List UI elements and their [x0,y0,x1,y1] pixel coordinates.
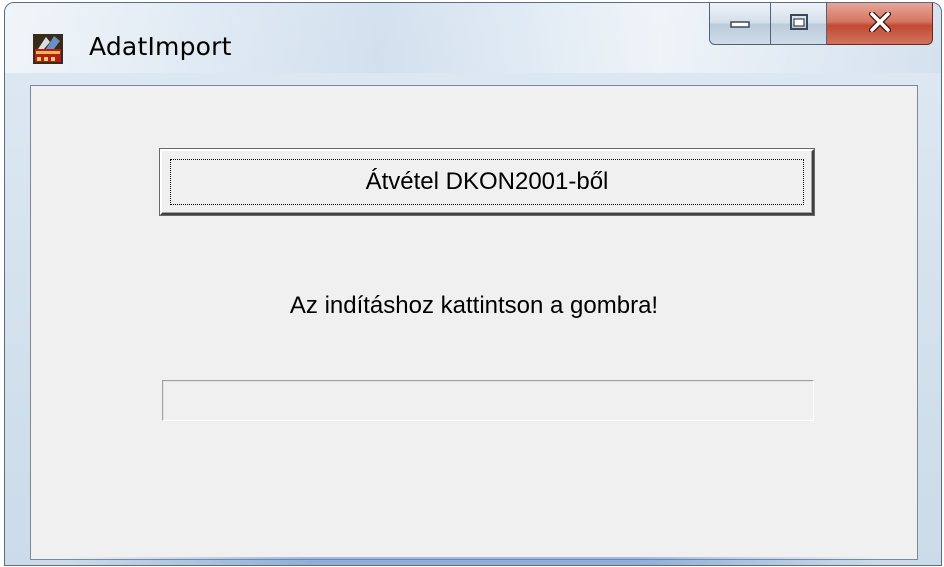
close-button[interactable] [827,3,933,45]
import-button-label: Átvétel DKON2001-ből [365,168,609,195]
progress-bar [162,380,814,421]
minimize-icon [729,14,751,33]
app-window: AdatImport Átvétel DKON2001-ből Az indít… [4,2,942,566]
window-title: AdatImport [89,32,232,61]
focus-rectangle: Átvétel DKON2001-ből [170,159,804,205]
minimize-button[interactable] [709,3,771,45]
import-button[interactable]: Átvétel DKON2001-ből [160,149,814,215]
app-icon[interactable] [32,33,64,65]
maximize-icon [789,13,809,35]
caption-buttons [709,3,933,47]
maximize-button[interactable] [771,3,827,45]
client-area: Átvétel DKON2001-ből Az indításhoz katti… [30,85,918,560]
status-text: Az indításhoz kattintson a gombra! [289,292,659,319]
close-icon [868,10,892,36]
window-bottom-edge [65,557,881,565]
title-bar[interactable]: AdatImport [5,3,941,83]
